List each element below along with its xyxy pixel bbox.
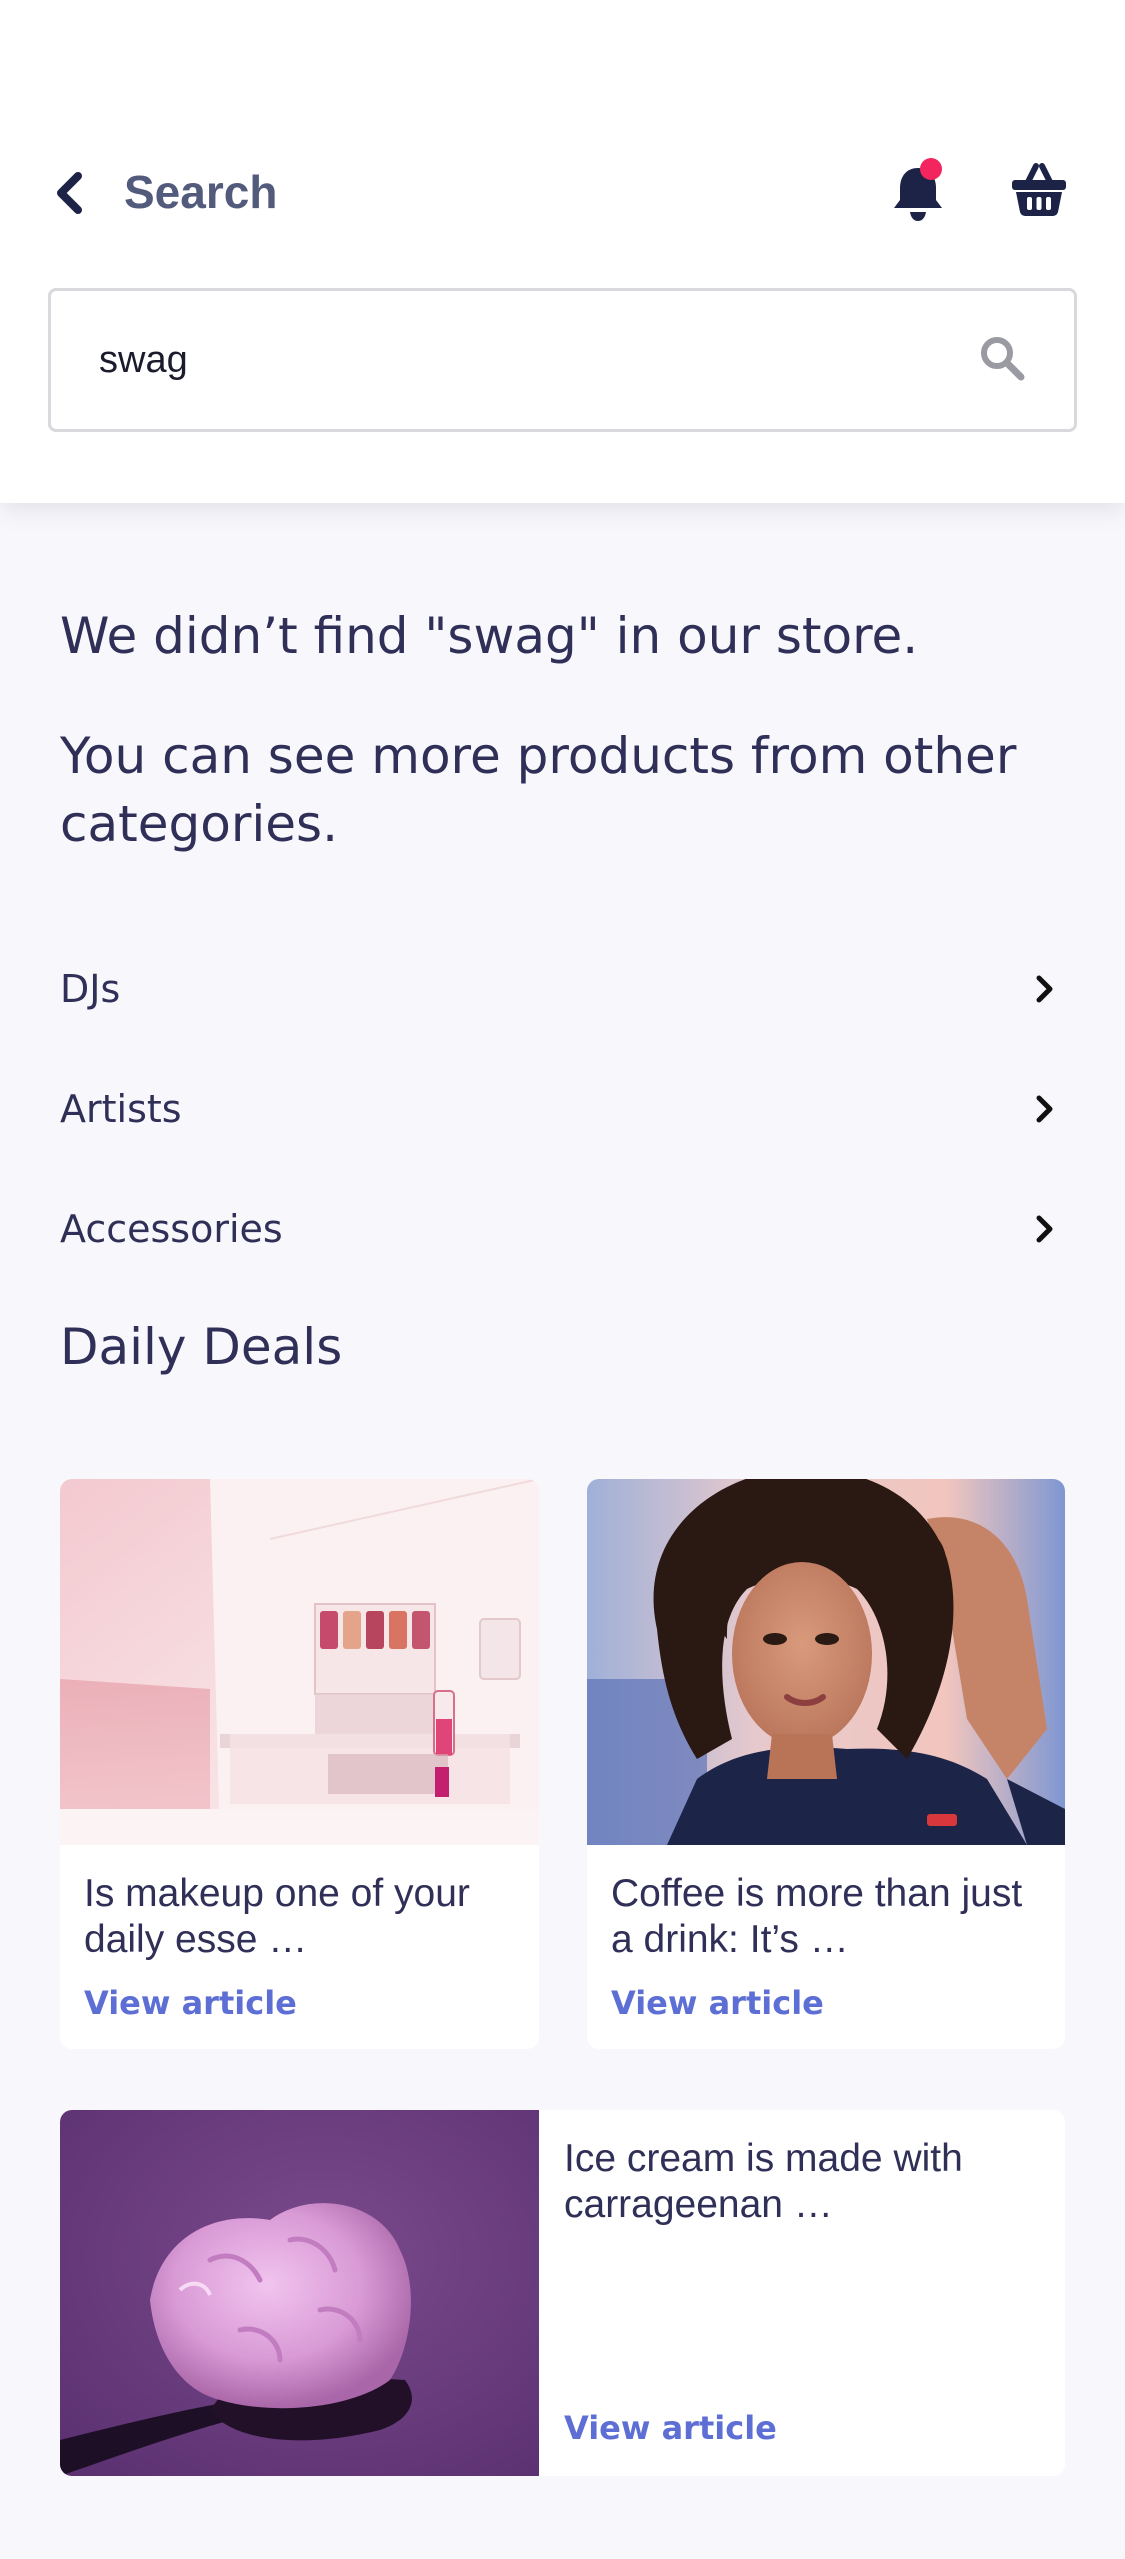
category-label: Accessories — [60, 1207, 283, 1251]
search-button[interactable] — [979, 335, 1035, 391]
chevron-right-icon — [1025, 1209, 1065, 1249]
category-label: Artists — [60, 1087, 182, 1131]
article-card[interactable]: Coffee is more than just a drink: It’s …… — [587, 1479, 1065, 2049]
not-found-message: We didn’t find "swag" in our store. — [60, 607, 919, 665]
article-excerpt: Coffee is more than just a drink: It’s … — [611, 1872, 1023, 1961]
suggestion-message: You can see more products from other cat… — [60, 727, 1017, 853]
notification-badge — [920, 158, 942, 180]
article-excerpt: Ice cream is made with carrageenan … — [564, 2137, 963, 2226]
back-button[interactable] — [44, 165, 94, 221]
category-item-artists[interactable]: Artists — [60, 1069, 1065, 1149]
article-card[interactable]: Is makeup one of your daily esse … View … — [60, 1479, 539, 2049]
category-item-accessories[interactable]: Accessories — [60, 1189, 1065, 1269]
article-excerpt: Is makeup one of your daily esse … — [84, 1872, 470, 1961]
category-item-djs[interactable]: DJs — [60, 949, 1065, 1029]
cart-button[interactable] — [1010, 160, 1072, 222]
view-article-link[interactable]: View article — [564, 2408, 777, 2448]
search-bar — [48, 288, 1077, 432]
view-article-link[interactable]: View article — [611, 1983, 824, 2023]
app-header: Search — [0, 0, 1125, 503]
chevron-right-icon — [1025, 969, 1065, 1009]
page-title: Search — [124, 166, 278, 218]
notifications-button[interactable] — [890, 156, 952, 222]
curly-hair-woman-portrait — [587, 1479, 1065, 1845]
search-input[interactable] — [99, 327, 919, 393]
ice-cream-spoon-photo — [60, 2110, 539, 2476]
basket-icon — [1012, 163, 1066, 216]
category-label: DJs — [60, 967, 121, 1011]
view-article-link[interactable]: View article — [84, 1983, 297, 2023]
chevron-right-icon — [1025, 1089, 1065, 1129]
article-card[interactable]: Ice cream is made with carrageenan … Vie… — [60, 2110, 1065, 2476]
daily-deals-title: Daily Deals — [60, 1318, 343, 1376]
makeup-shelf-photo — [60, 1479, 539, 1845]
search-icon — [981, 337, 1025, 381]
chevron-left-icon — [57, 172, 82, 214]
